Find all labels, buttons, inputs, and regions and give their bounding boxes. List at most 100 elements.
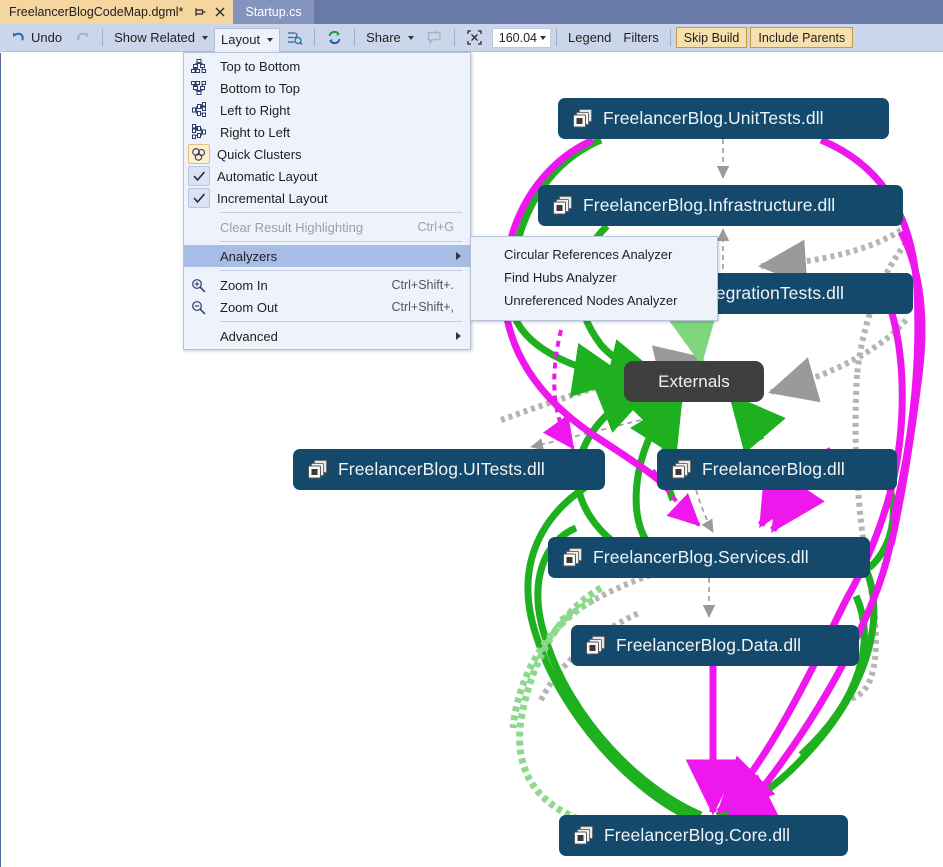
graph-node-label: FreelancerBlog.UITests.dll bbox=[338, 459, 545, 480]
graph-node-infrastructure[interactable]: FreelancerBlog.Infrastructure.dll bbox=[538, 185, 903, 226]
layout-left-to-right-icon bbox=[184, 99, 213, 121]
refresh-button[interactable] bbox=[320, 27, 349, 49]
menu-item-right-to-left[interactable]: Right to Left bbox=[184, 121, 470, 143]
chevron-right-icon bbox=[456, 332, 461, 340]
code-map-canvas[interactable]: FreelancerBlog.UnitTests.dll FreelancerB… bbox=[0, 53, 943, 867]
add-comment-icon bbox=[426, 29, 443, 46]
graph-node-label: FreelancerBlog.Services.dll bbox=[593, 547, 809, 568]
menu-item-zoom-in[interactable]: Zoom In Ctrl+Shift+. bbox=[184, 274, 470, 296]
undo-arrow-icon bbox=[10, 29, 27, 46]
menu-item-quick-clusters[interactable]: Quick Clusters bbox=[184, 143, 470, 165]
skip-build-toggle[interactable]: Skip Build bbox=[676, 27, 748, 48]
assembly-icon bbox=[585, 635, 607, 656]
zoom-out-icon bbox=[184, 296, 213, 318]
menu-item-label: Incremental Layout bbox=[210, 191, 470, 206]
menu-item-analyzers[interactable]: Analyzers bbox=[184, 245, 470, 267]
graph-node-services[interactable]: FreelancerBlog.Services.dll bbox=[548, 537, 870, 578]
zoom-level-input[interactable]: 160.04 bbox=[492, 28, 551, 48]
graph-node-label: FreelancerBlog.Core.dll bbox=[604, 825, 790, 846]
menu-item-find-hubs-analyzer[interactable]: Find Hubs Analyzer bbox=[471, 266, 717, 289]
menu-item-gutter bbox=[184, 245, 213, 267]
chevron-down-icon[interactable] bbox=[540, 36, 546, 40]
legend-label: Legend bbox=[568, 30, 611, 45]
redo-button[interactable] bbox=[68, 27, 97, 49]
tab-label: FreelancerBlogCodeMap.dgml* bbox=[9, 5, 183, 19]
share-button[interactable]: Share bbox=[360, 27, 420, 49]
refresh-circular-arrows-icon bbox=[326, 29, 343, 46]
chevron-right-icon bbox=[456, 252, 461, 260]
include-parents-label: Include Parents bbox=[758, 31, 845, 45]
menu-item-label: Right to Left bbox=[213, 125, 470, 140]
graph-node-uitests[interactable]: FreelancerBlog.UITests.dll bbox=[293, 449, 605, 490]
graph-node-label: FreelancerBlog.Infrastructure.dll bbox=[583, 195, 835, 216]
tab-freelancerblogcodemap-dgml[interactable]: FreelancerBlogCodeMap.dgml* bbox=[0, 0, 233, 24]
zoom-in-icon bbox=[184, 274, 213, 296]
filters-button[interactable]: Filters bbox=[617, 27, 664, 49]
graph-node-label: FreelancerBlog.UnitTests.dll bbox=[603, 108, 824, 129]
show-related-button[interactable]: Show Related bbox=[108, 27, 214, 49]
layout-bottom-to-top-icon bbox=[184, 77, 213, 99]
menu-item-label: Circular References Analyzer bbox=[471, 247, 717, 262]
menu-item-label: Unreferenced Nodes Analyzer bbox=[471, 293, 717, 308]
menu-item-advanced[interactable]: Advanced bbox=[184, 325, 470, 347]
menu-item-label: Clear Result Highlighting bbox=[213, 220, 418, 235]
chevron-down-icon bbox=[202, 36, 208, 40]
menu-item-label: Advanced bbox=[213, 329, 470, 344]
skip-build-label: Skip Build bbox=[684, 31, 740, 45]
menu-item-left-to-right[interactable]: Left to Right bbox=[184, 99, 470, 121]
menu-item-label: Top to Bottom bbox=[213, 59, 470, 74]
undo-label: Undo bbox=[31, 30, 62, 45]
fit-to-screen-icon bbox=[466, 29, 483, 46]
tab-startup-cs[interactable]: Startup.cs bbox=[233, 0, 313, 24]
select-dependencies-button[interactable] bbox=[280, 27, 309, 49]
chevron-down-icon bbox=[267, 38, 273, 42]
menu-item-shortcut: Ctrl+Shift+. bbox=[391, 278, 470, 292]
graph-node-core[interactable]: FreelancerBlog.Core.dll bbox=[559, 815, 848, 856]
menu-item-label: Bottom to Top bbox=[213, 81, 470, 96]
graph-node-label: FreelancerBlog.dll bbox=[702, 459, 845, 480]
graph-node-data[interactable]: FreelancerBlog.Data.dll bbox=[571, 625, 859, 666]
undo-button[interactable]: Undo bbox=[4, 27, 68, 49]
graph-node-label: FreelancerBlog.Data.dll bbox=[616, 635, 801, 656]
close-icon[interactable] bbox=[213, 5, 227, 19]
legend-button[interactable]: Legend bbox=[562, 27, 617, 49]
fit-to-screen-button[interactable] bbox=[460, 27, 489, 49]
menu-item-incremental-layout[interactable]: Incremental Layout bbox=[184, 187, 470, 209]
menu-item-gutter bbox=[184, 216, 213, 238]
menu-item-automatic-layout[interactable]: Automatic Layout bbox=[184, 165, 470, 187]
menu-item-bottom-to-top[interactable]: Bottom to Top bbox=[184, 77, 470, 99]
toolbar-separator bbox=[670, 29, 671, 46]
layout-button[interactable]: Layout bbox=[214, 28, 280, 52]
show-related-label: Show Related bbox=[114, 30, 195, 45]
menu-item-zoom-out[interactable]: Zoom Out Ctrl+Shift+, bbox=[184, 296, 470, 318]
menu-item-shortcut: Ctrl+G bbox=[418, 220, 470, 234]
tab-label: Startup.cs bbox=[245, 5, 301, 19]
add-comment-button[interactable] bbox=[420, 27, 449, 49]
menu-item-label: Zoom In bbox=[213, 278, 391, 293]
select-dependencies-icon bbox=[286, 29, 303, 46]
toolbar-separator bbox=[354, 29, 355, 46]
menu-item-label: Left to Right bbox=[213, 103, 470, 118]
menu-item-unreferenced-nodes-analyzer[interactable]: Unreferenced Nodes Analyzer bbox=[471, 289, 717, 312]
include-parents-toggle[interactable]: Include Parents bbox=[750, 27, 853, 48]
menu-item-top-to-bottom[interactable]: Top to Bottom bbox=[184, 55, 470, 77]
menu-separator bbox=[220, 321, 462, 322]
menu-item-circular-references-analyzer[interactable]: Circular References Analyzer bbox=[471, 243, 717, 266]
menu-item-label: Find Hubs Analyzer bbox=[471, 270, 717, 285]
redo-arrow-icon bbox=[74, 29, 91, 46]
filters-label: Filters bbox=[623, 30, 658, 45]
graph-node-externals[interactable]: Externals bbox=[624, 361, 764, 402]
menu-separator bbox=[220, 270, 462, 271]
pin-icon[interactable] bbox=[193, 5, 207, 19]
code-map-toolbar: Undo Show Related Layout bbox=[0, 24, 943, 52]
assembly-icon bbox=[562, 547, 584, 568]
toolbar-separator bbox=[556, 29, 557, 46]
menu-item-clear-result-highlighting[interactable]: Clear Result Highlighting Ctrl+G bbox=[184, 216, 470, 238]
toolbar-separator bbox=[454, 29, 455, 46]
toolbar-separator bbox=[314, 29, 315, 46]
layout-top-to-bottom-icon bbox=[184, 55, 213, 77]
graph-node-unittests[interactable]: FreelancerBlog.UnitTests.dll bbox=[558, 98, 889, 139]
share-label: Share bbox=[366, 30, 401, 45]
graph-node-freelancerblog[interactable]: FreelancerBlog.dll bbox=[657, 449, 897, 490]
assembly-icon bbox=[307, 459, 329, 480]
